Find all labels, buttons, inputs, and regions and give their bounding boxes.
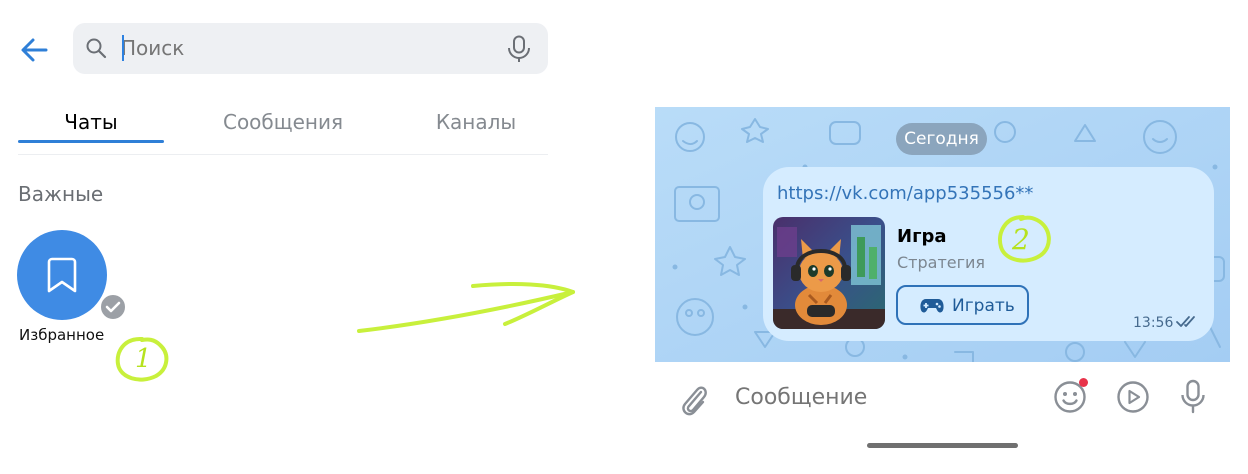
search-bar[interactable]: [73, 23, 548, 74]
gamepad-icon: [920, 299, 944, 313]
step-1-annotation: 1: [112, 334, 172, 386]
paperclip-icon[interactable]: [679, 382, 709, 416]
search-tabs: Чаты Сообщения Каналы: [18, 96, 548, 155]
home-indicator: [867, 443, 1018, 448]
game-thumbnail[interactable]: [773, 217, 885, 329]
bookmark-icon: [47, 257, 77, 293]
tab-chats[interactable]: Чаты: [18, 110, 164, 134]
play-button[interactable]: Играть: [896, 285, 1029, 325]
section-title: Важные: [18, 182, 104, 206]
check-icon: [98, 292, 128, 322]
arrow-annotation: [357, 282, 575, 333]
step-2-number: 2: [1012, 223, 1030, 256]
favorites-item[interactable]: Избранное: [17, 230, 128, 344]
active-tab-indicator: [18, 140, 164, 143]
date-divider: Сегодня: [896, 123, 987, 155]
double-check-icon: [1176, 316, 1195, 327]
step-2-annotation: 2: [993, 211, 1055, 269]
tab-channels[interactable]: Каналы: [416, 110, 536, 134]
search-input[interactable]: [121, 32, 501, 64]
message-input[interactable]: [735, 380, 1035, 414]
game-title: Игра: [897, 226, 947, 247]
game-genre: Стратегия: [897, 253, 986, 272]
chat-window: Сегодня https://vk.com/app535556** Игра …: [655, 107, 1230, 362]
play-label: Играть: [952, 296, 1015, 316]
text-cursor: [122, 35, 124, 61]
search-icon: [86, 38, 107, 59]
video-message-icon[interactable]: [1116, 380, 1150, 414]
tab-messages[interactable]: Сообщения: [208, 110, 358, 134]
app-link[interactable]: https://vk.com/app535556**: [777, 183, 1033, 204]
mic-icon[interactable]: [506, 35, 532, 63]
message-bubble: https://vk.com/app535556** Игра Стратеги…: [763, 167, 1214, 341]
avatar: [17, 230, 107, 320]
step-1-number: 1: [135, 344, 152, 374]
notification-dot: [1079, 378, 1088, 387]
message-time: 13:56: [1133, 315, 1174, 331]
favorites-label: Избранное: [19, 326, 105, 344]
mic-icon[interactable]: [1180, 379, 1206, 415]
back-arrow-icon[interactable]: [18, 33, 52, 67]
message-composer: [655, 362, 1230, 434]
